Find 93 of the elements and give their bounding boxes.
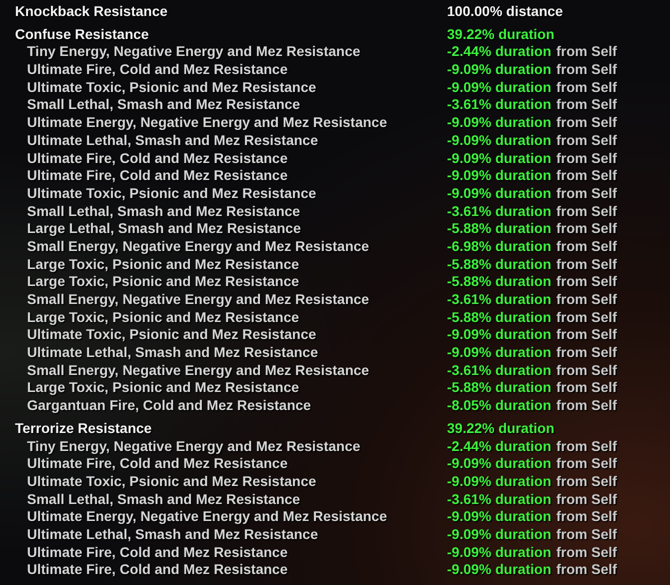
effect-origin: from Self <box>556 132 617 150</box>
effect-origin: from Self <box>556 220 617 238</box>
effect-source-name: Ultimate Fire, Cold and Mez Resistance <box>26 150 289 168</box>
effect-origin: from Self <box>556 273 617 291</box>
effect-value: -9.09% duration <box>447 114 552 132</box>
effect-origin: from Self <box>556 490 617 508</box>
effect-origin: from Self <box>556 256 617 274</box>
effect-origin: from Self <box>556 455 617 473</box>
attribute-value: 39.22% duration <box>447 26 554 44</box>
effect-origin: from Self <box>556 379 617 398</box>
effect-source-name: Ultimate Fire, Cold and Mez Resistance <box>26 167 289 185</box>
effect-source-name: Ultimate Fire, Cold and Mez Resistance <box>26 455 289 473</box>
effect-source-name: Large Toxic, Psionic and Mez Resistance <box>26 379 300 398</box>
effect-source-name: Ultimate Fire, Cold and Mez Resistance <box>26 561 289 579</box>
effect-value: -2.44% duration <box>447 438 552 456</box>
effect-origin: from Self <box>556 202 617 220</box>
effect-origin: from Self <box>556 184 617 203</box>
effect-origin: from Self <box>556 167 617 185</box>
effect-value: -6.98% duration <box>447 238 552 256</box>
effect-value: -9.09% duration <box>447 455 552 473</box>
effect-value: -9.09% duration <box>447 526 552 544</box>
effect-origin: from Self <box>556 397 617 415</box>
attribute-value: 100.00% distance <box>447 3 563 21</box>
effect-value: -5.88% duration <box>447 308 552 326</box>
effect-origin: from Self <box>556 438 617 456</box>
effect-origin: from Self <box>556 526 617 544</box>
effect-source-name: Ultimate Lethal, Smash and Mez Resistance <box>26 344 319 362</box>
attribute-name: Terrorize Resistance <box>15 420 153 438</box>
effect-source-name: Ultimate Toxic, Psionic and Mez Resistance <box>26 472 318 491</box>
effect-source-name: Tiny Energy, Negative Energy and Mez Resistance <box>26 43 362 62</box>
effect-value: -9.09% duration <box>447 326 552 344</box>
effect-source-name: Ultimate Lethal, Smash and Mez Resistance <box>26 132 319 150</box>
effect-source-name: Large Toxic, Psionic and Mez Resistance <box>26 256 300 274</box>
effect-value: -5.88% duration <box>447 379 552 398</box>
effect-source-name: Ultimate Energy, Negative Energy and Mez Resistance <box>26 114 388 132</box>
effect-source-name: Ultimate Toxic, Psionic and Mez Resistance <box>26 326 318 344</box>
effect-source-name: Small Lethal, Smash and Mez Resistance <box>26 490 302 508</box>
effect-source-name: Large Lethal, Smash and Mez Resistance <box>26 220 302 238</box>
effect-value: -8.05% duration <box>447 397 552 415</box>
effect-origin: from Self <box>556 238 617 256</box>
effect-value: -9.09% duration <box>447 544 552 562</box>
effect-value: -9.09% duration <box>447 184 552 203</box>
effect-source-name: Small Lethal, Smash and Mez Resistance <box>26 202 302 220</box>
attribute-value: 39.22% duration <box>447 420 554 438</box>
effect-origin: from Self <box>556 291 617 309</box>
effect-value: -3.61% duration <box>447 202 552 220</box>
effect-origin: from Self <box>556 326 617 344</box>
effect-value: -3.61% duration <box>447 291 552 309</box>
effect-value: -9.09% duration <box>447 508 552 526</box>
effect-origin: from Self <box>556 362 617 380</box>
effect-source-name: Small Energy, Negative Energy and Mez Resistance <box>26 362 370 380</box>
effect-source-name: Ultimate Energy, Negative Energy and Mez Resistance <box>26 508 388 526</box>
effect-value: -3.61% duration <box>447 490 552 508</box>
effect-origin: from Self <box>556 472 617 491</box>
effect-origin: from Self <box>556 43 617 62</box>
effect-origin: from Self <box>556 61 617 79</box>
effect-value: -2.44% duration <box>447 43 552 62</box>
effect-origin: from Self <box>556 114 617 132</box>
effect-source-name: Ultimate Toxic, Psionic and Mez Resistance <box>26 78 318 96</box>
effect-value: -3.61% duration <box>447 96 552 114</box>
effect-value: -9.09% duration <box>447 150 552 168</box>
effect-origin: from Self <box>556 544 617 562</box>
effect-value: -9.09% duration <box>447 167 552 185</box>
effect-value: -3.61% duration <box>447 362 552 380</box>
effect-value: -9.09% duration <box>447 344 552 362</box>
effect-value: -5.88% duration <box>447 256 552 274</box>
effect-source-name: Ultimate Fire, Cold and Mez Resistance <box>26 544 289 562</box>
effect-origin: from Self <box>556 78 617 96</box>
effect-source-name: Large Toxic, Psionic and Mez Resistance <box>26 273 300 291</box>
effect-origin: from Self <box>556 96 617 114</box>
effect-source-name: Small Lethal, Smash and Mez Resistance <box>26 96 302 114</box>
effect-value: -9.09% duration <box>447 132 552 150</box>
effect-source-name: Small Energy, Negative Energy and Mez Resistance <box>26 238 370 256</box>
effect-value: -9.09% duration <box>447 561 552 579</box>
effect-origin: from Self <box>556 344 617 362</box>
effect-source-name: Ultimate Fire, Cold and Mez Resistance <box>26 61 289 79</box>
effect-value: -9.09% duration <box>447 78 552 96</box>
attribute-name: Knockback Resistance <box>15 3 169 21</box>
effect-value: -9.09% duration <box>447 61 552 79</box>
effect-origin: from Self <box>556 508 617 526</box>
effect-origin: from Self <box>556 308 617 326</box>
effect-source-name: Ultimate Lethal, Smash and Mez Resistance <box>26 526 319 544</box>
effect-origin: from Self <box>556 561 617 579</box>
effect-source-name: Small Energy, Negative Energy and Mez Resistance <box>26 291 370 309</box>
attribute-name: Confuse Resistance <box>15 26 150 44</box>
effect-source-name: Ultimate Toxic, Psionic and Mez Resistance <box>26 184 318 203</box>
effect-source-name: Tiny Energy, Negative Energy and Mez Resistance <box>26 438 362 456</box>
effect-origin: from Self <box>556 150 617 168</box>
effect-value: -5.88% duration <box>447 273 552 291</box>
effect-source-name: Large Toxic, Psionic and Mez Resistance <box>26 308 300 326</box>
effect-value: -5.88% duration <box>447 220 552 238</box>
effect-source-name: Gargantuan Fire, Cold and Mez Resistance <box>26 397 312 415</box>
effect-value: -9.09% duration <box>447 472 552 491</box>
